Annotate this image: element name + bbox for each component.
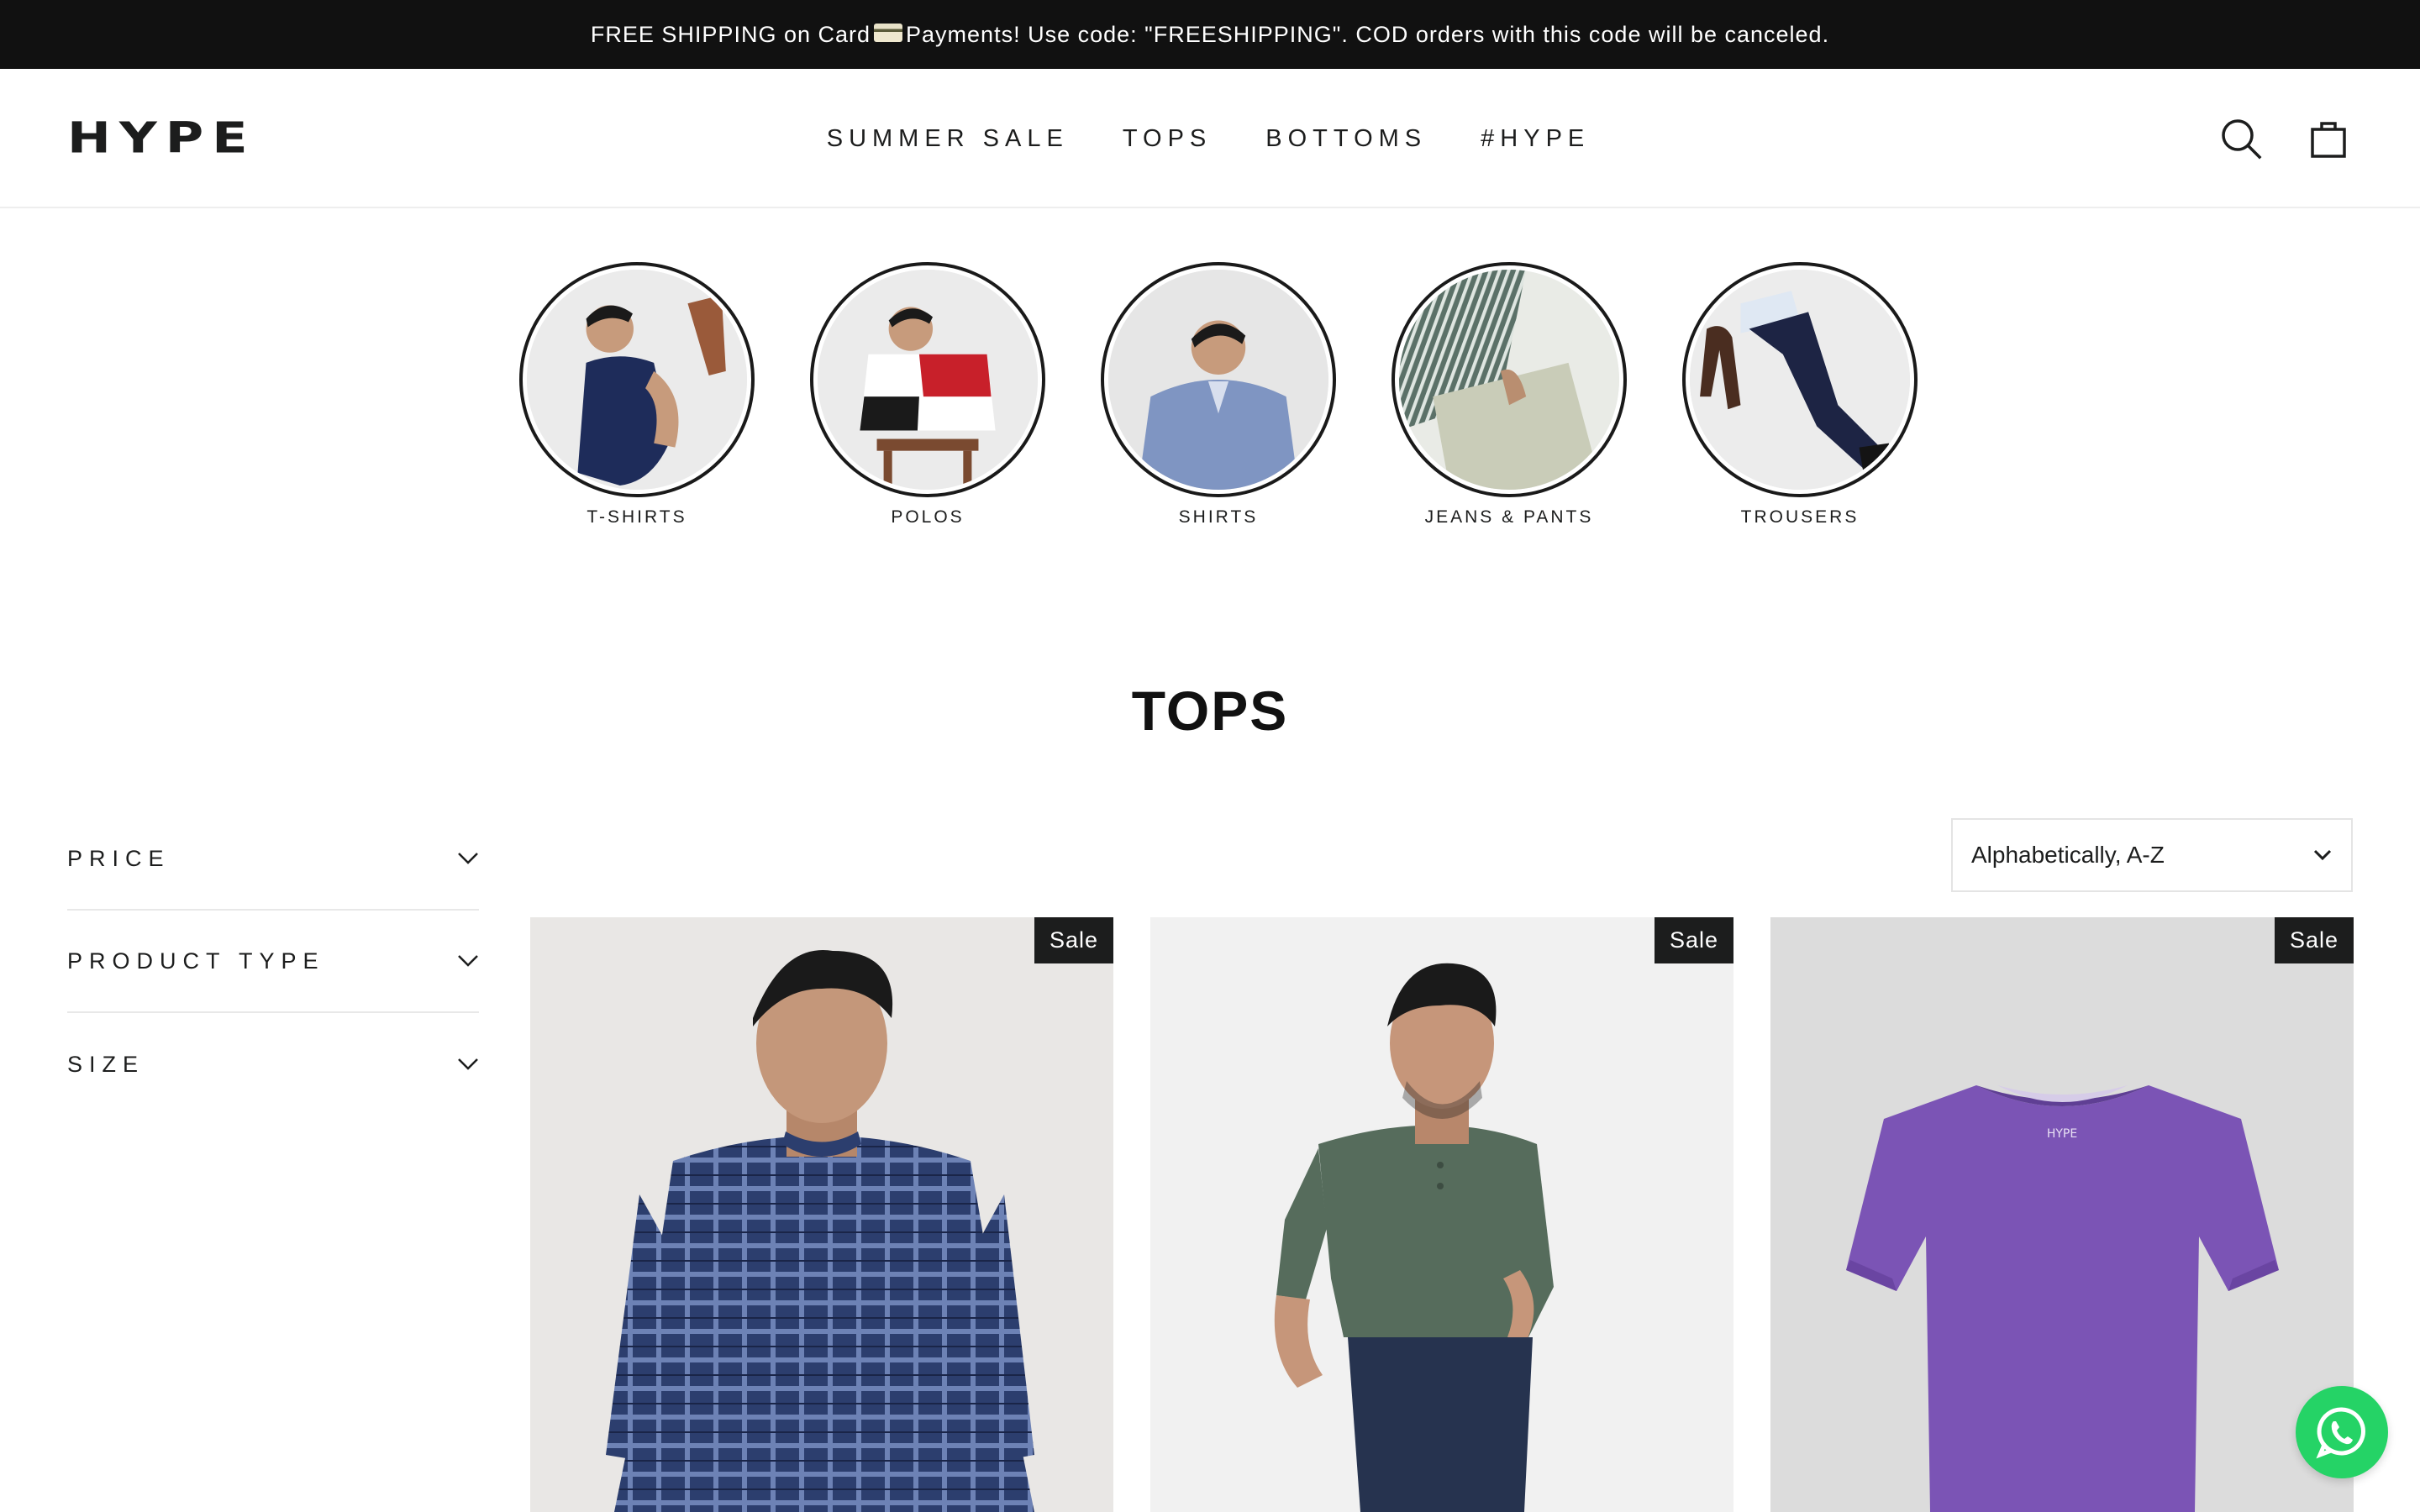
collection-shirts[interactable]: SHIRTS: [1101, 262, 1336, 528]
collection-polos[interactable]: POLOS: [810, 262, 1045, 528]
collection-label: T-SHIRTS: [587, 507, 687, 527]
filter-product-type[interactable]: PRODUCT TYPE: [67, 911, 479, 1013]
collection-label: TROUSERS: [1740, 507, 1860, 527]
polos-image: [818, 270, 1038, 490]
collection-image-frame: [1682, 262, 1918, 497]
site-header: HYPE SUMMER SALE TOPS BOTTOMS #HYPE: [0, 69, 2420, 208]
sale-badge: Sale: [1654, 917, 1733, 963]
collection-label: SHIRTS: [1178, 507, 1259, 527]
sale-badge: Sale: [1034, 917, 1113, 963]
collection-jeans-pants[interactable]: JEANS & PANTS: [1392, 262, 1627, 528]
product-card[interactable]: Sale HYPE: [1770, 917, 2354, 1512]
search-icon[interactable]: [2218, 116, 2264, 161]
sort-select[interactable]: Alphabetically, A-Z: [1951, 818, 2353, 892]
whatsapp-chat-button[interactable]: [2296, 1386, 2388, 1478]
collection-label: POLOS: [891, 507, 965, 527]
collection-image-frame: [1392, 262, 1627, 497]
jeans-pants-image: [1399, 270, 1619, 490]
chevron-down-icon: [458, 955, 478, 967]
nav-summer-sale[interactable]: SUMMER SALE: [827, 125, 1069, 153]
sale-badge: Sale: [2274, 917, 2354, 963]
announcement-bar: FREE SHIPPING on Card Payments! Use code…: [0, 0, 2420, 69]
collection-list: T-SHIRTS POLOS SHIRTS JEANS & PANTS TROU…: [519, 262, 1918, 528]
page-title: TOPS: [1131, 680, 1289, 742]
nav-bottoms[interactable]: BOTTOMS: [1265, 125, 1427, 153]
collection-label: JEANS & PANTS: [1424, 507, 1594, 527]
filter-label: SIZE: [67, 1051, 145, 1077]
collection-trousers[interactable]: TROUSERS: [1682, 262, 1918, 528]
nav-hype[interactable]: #HYPE: [1481, 125, 1590, 153]
filter-size[interactable]: SIZE: [67, 1013, 479, 1116]
collection-image-frame: [810, 262, 1045, 497]
chevron-down-icon: [458, 853, 478, 864]
whatsapp-icon: [2316, 1407, 2365, 1459]
product-grid: Sale Sale Sale HYPE: [530, 917, 2354, 1512]
main-nav: SUMMER SALE TOPS BOTTOMS #HYPE: [0, 69, 2420, 208]
sort-selected-value: Alphabetically, A-Z: [1971, 842, 2165, 868]
announcement-text-start: FREE SHIPPING on Card: [590, 21, 871, 47]
t-shirts-image: [527, 270, 747, 490]
cart-bag-icon[interactable]: [2306, 116, 2351, 161]
product-image-henley-tee: [1150, 917, 1733, 1512]
collection-t-shirts[interactable]: T-SHIRTS: [519, 262, 755, 528]
filter-sidebar: PRICE PRODUCT TYPE SIZE: [67, 808, 479, 1116]
shirts-image: [1108, 270, 1328, 490]
product-image-purple-tee: HYPE: [1770, 917, 2354, 1512]
card-emoji-icon: [874, 24, 903, 42]
filter-label: PRICE: [67, 845, 171, 871]
trousers-image: [1690, 270, 1910, 490]
svg-text:HYPE: HYPE: [2047, 1127, 2077, 1141]
product-card[interactable]: Sale: [530, 917, 1113, 1512]
chevron-down-icon: [2313, 849, 2332, 861]
chevron-down-icon: [458, 1058, 478, 1070]
collection-image-frame: [519, 262, 755, 497]
collection-image-frame: [1101, 262, 1336, 497]
product-card[interactable]: Sale: [1150, 917, 1733, 1512]
filter-label: PRODUCT TYPE: [67, 948, 325, 974]
nav-tops[interactable]: TOPS: [1123, 125, 1212, 153]
product-image-check-shirt: [530, 917, 1113, 1512]
announcement-text-end: Payments! Use code: "FREESHIPPING". COD …: [906, 21, 1830, 47]
filter-price[interactable]: PRICE: [67, 808, 479, 911]
